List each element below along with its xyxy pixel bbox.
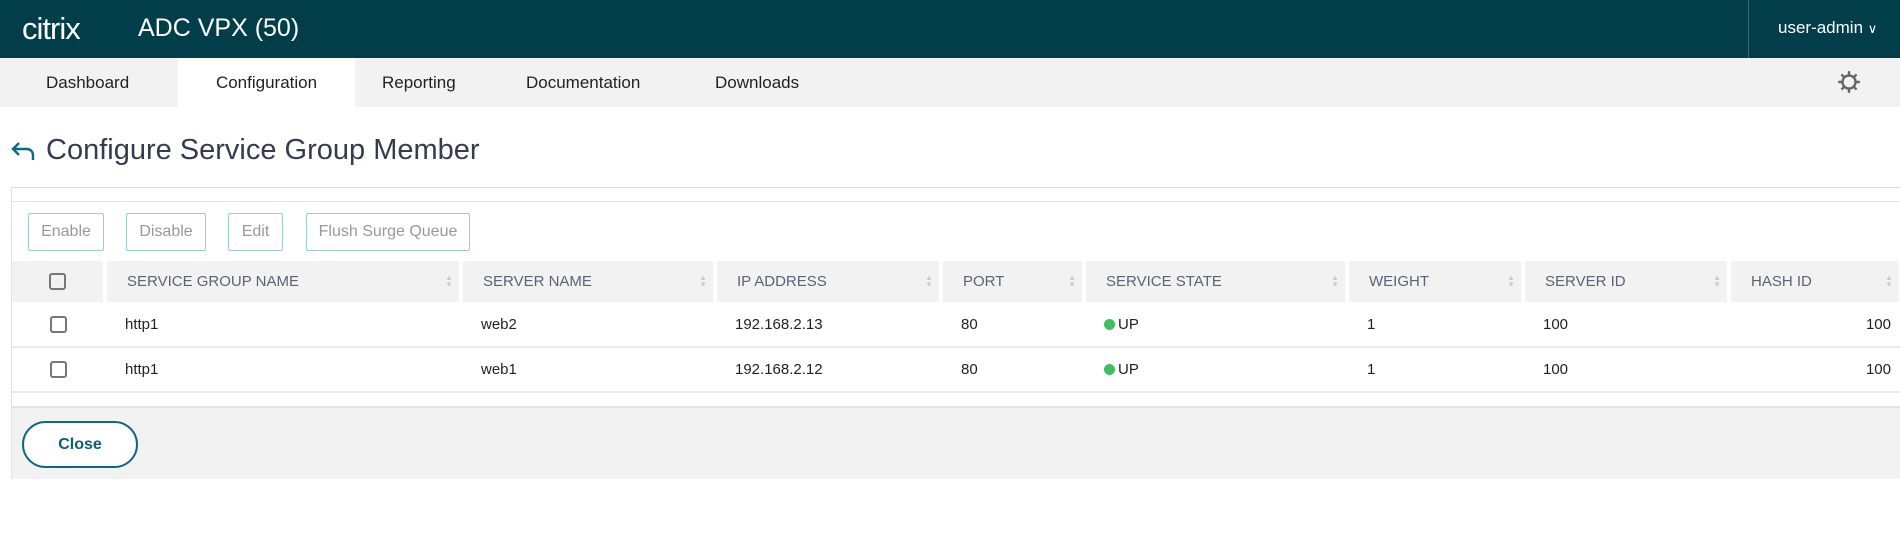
cell-server-id: 100 [1523, 347, 1729, 393]
cell-ip-address: 192.168.2.13 [715, 302, 941, 348]
cell-service-group-name: http1 [105, 347, 461, 393]
edit-button[interactable]: Edit [228, 213, 283, 251]
select-all-cell [12, 261, 107, 302]
page-title-text: Configure Service Group Member [46, 134, 480, 166]
tab-configuration[interactable]: Configuration [178, 58, 355, 107]
sort-icon: ▲ ▼ [699, 273, 707, 289]
cell-weight: 1 [1347, 347, 1523, 393]
cell-service-group-name: http1 [105, 302, 461, 348]
cell-port: 80 [941, 347, 1084, 393]
user-name: user-admin [1778, 18, 1864, 37]
cell-hash-id: 100 [1729, 347, 1900, 393]
sort-icon: ▲ ▼ [445, 273, 453, 289]
col-service-state[interactable]: SERVICE STATE ▲ ▼ [1084, 261, 1349, 302]
col-label: PORT [963, 273, 1005, 290]
members-panel: Enable Disable Edit Flush Surge Queue SE… [11, 187, 1900, 479]
main-nav: Dashboard Configuration Reporting Docume… [0, 58, 1900, 107]
cell-server-name: web1 [461, 347, 715, 393]
col-port[interactable]: PORT ▲ ▼ [941, 261, 1086, 302]
status-up-icon [1104, 318, 1115, 330]
toolbar: Enable Disable Edit Flush Surge Queue [12, 201, 1900, 261]
table-header-row: SERVICE GROUP NAME ▲ ▼ SERVER NAME ▲ ▼ IP AD… [12, 261, 1900, 302]
top-header: citrix ADC VPX (50) user-admin ∨ [0, 0, 1900, 58]
row-select-cell [12, 302, 105, 348]
flush-surge-queue-button[interactable]: Flush Surge Queue [306, 213, 470, 251]
table-row[interactable]: http1 web1 192.168.2.12 80 UP 1 100 100 [12, 347, 1900, 393]
sort-icon: ▲ ▼ [1068, 273, 1076, 289]
row-checkbox[interactable] [50, 361, 67, 379]
row-select-cell [12, 347, 105, 393]
row-checkbox[interactable] [50, 315, 67, 333]
gear-icon[interactable] [1836, 69, 1862, 95]
sort-icon: ▲ ▼ [925, 273, 933, 289]
status-text: UP [1118, 361, 1139, 378]
col-server-id[interactable]: SERVER ID ▲ ▼ [1523, 261, 1731, 302]
col-label: SERVICE STATE [1106, 273, 1222, 290]
cell-ip-address: 192.168.2.12 [715, 347, 941, 393]
cell-server-id: 100 [1523, 302, 1729, 348]
col-label: IP ADDRESS [737, 273, 827, 290]
citrix-logo: citrix [22, 11, 81, 46]
col-service-group-name[interactable]: SERVICE GROUP NAME ▲ ▼ [105, 261, 463, 302]
cell-hash-id: 100 [1729, 302, 1900, 348]
chevron-down-icon: ∨ [1867, 21, 1878, 36]
sort-icon: ▲ ▼ [1507, 273, 1515, 289]
user-menu[interactable]: user-admin ∨ [1748, 0, 1877, 58]
col-server-name[interactable]: SERVER NAME ▲ ▼ [461, 261, 717, 302]
sort-icon: ▲ ▼ [1331, 273, 1339, 289]
footer-bar: Close [12, 406, 1900, 479]
col-label: SERVER NAME [483, 273, 592, 290]
app-title: ADC VPX (50) [138, 14, 300, 42]
tab-dashboard[interactable]: Dashboard [19, 58, 156, 107]
members-table: SERVICE GROUP NAME ▲ ▼ SERVER NAME ▲ ▼ IP AD… [12, 261, 1900, 393]
table-row[interactable]: http1 web2 192.168.2.13 80 UP 1 100 100 [12, 302, 1900, 348]
tab-documentation[interactable]: Documentation [499, 58, 667, 107]
tab-reporting[interactable]: Reporting [355, 58, 483, 107]
page-title: Configure Service Group Member [10, 134, 480, 167]
col-label: HASH ID [1751, 273, 1812, 290]
sort-icon: ▲ ▼ [1885, 273, 1893, 289]
status-up-icon [1104, 364, 1115, 375]
col-weight[interactable]: WEIGHT ▲ ▼ [1347, 261, 1525, 302]
sort-icon: ▲ ▼ [1713, 273, 1721, 289]
disable-button[interactable]: Disable [126, 213, 206, 251]
col-hash-id[interactable]: HASH ID ▲ ▼ [1729, 261, 1900, 302]
cell-service-state: UP [1084, 347, 1347, 393]
col-label: SERVICE GROUP NAME [127, 273, 299, 290]
tab-downloads[interactable]: Downloads [688, 58, 826, 107]
status-text: UP [1118, 315, 1139, 333]
col-label: SERVER ID [1545, 273, 1626, 290]
close-button[interactable]: Close [22, 421, 138, 468]
enable-button[interactable]: Enable [28, 213, 104, 251]
back-arrow-icon[interactable] [10, 139, 38, 163]
cell-server-name: web2 [461, 302, 715, 348]
cell-weight: 1 [1347, 302, 1523, 348]
cell-port: 80 [941, 302, 1084, 348]
select-all-checkbox[interactable] [49, 273, 66, 291]
cell-service-state: UP [1084, 302, 1347, 348]
col-ip-address[interactable]: IP ADDRESS ▲ ▼ [715, 261, 943, 302]
col-label: WEIGHT [1369, 273, 1429, 290]
